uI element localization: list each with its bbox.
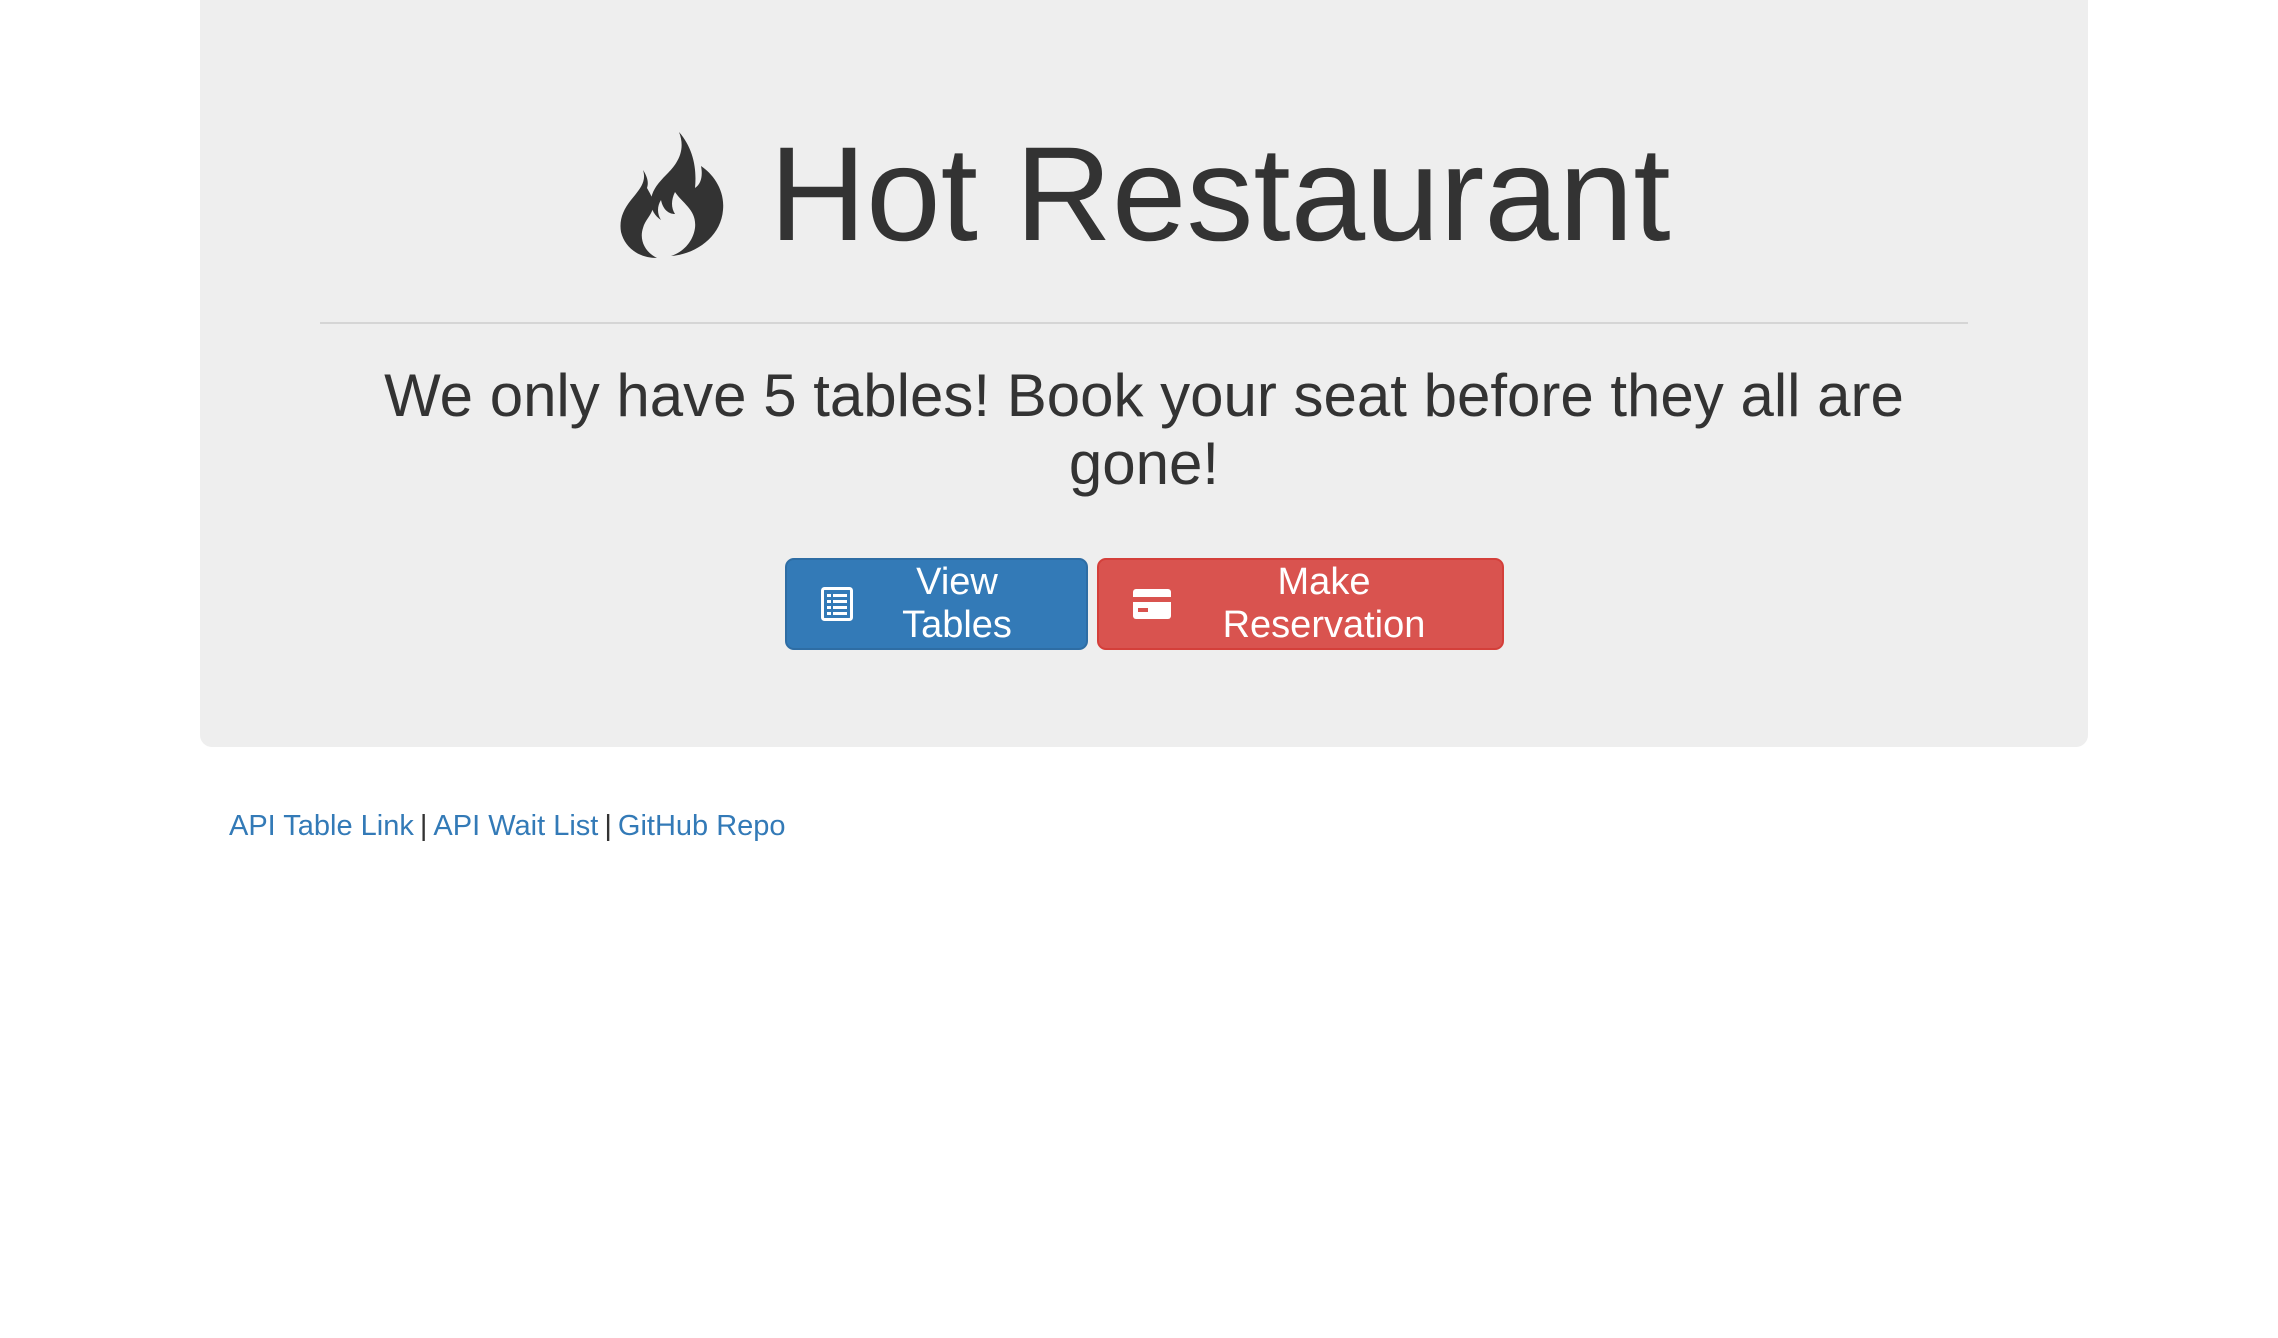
view-tables-label: View Tables — [902, 561, 1012, 646]
link-separator: | — [419, 810, 428, 842]
make-reservation-button[interactable]: Make Reservation — [1096, 558, 1504, 650]
fire-icon — [617, 130, 729, 260]
page-title: Hot Restaurant — [200, 128, 2088, 262]
github-repo-link[interactable]: GitHub Repo — [618, 810, 786, 842]
action-buttons: View Tables Make Reservation — [200, 558, 2088, 650]
list-alt-icon — [820, 587, 853, 621]
jumbotron: Hot Restaurant We only have 5 tables! Bo… — [200, 0, 2088, 747]
tagline: We only have 5 tables! Book your seat be… — [384, 362, 1904, 497]
link-separator: | — [604, 810, 612, 842]
make-reservation-label: Make Reservation — [1222, 561, 1426, 646]
view-tables-button[interactable]: View Tables — [784, 558, 1088, 650]
api-table-link[interactable]: API Table Link — [229, 810, 414, 842]
api-wait-list-link[interactable]: API Wait List — [433, 810, 598, 842]
footer-links: API Table Link | API Wait List | GitHub Repo — [229, 810, 786, 843]
divider — [320, 322, 1968, 324]
page-container: Hot Restaurant We only have 5 tables! Bo… — [200, 0, 2088, 842]
title-text: Hot Restaurant — [769, 120, 1671, 269]
credit-card-icon — [1132, 589, 1171, 619]
